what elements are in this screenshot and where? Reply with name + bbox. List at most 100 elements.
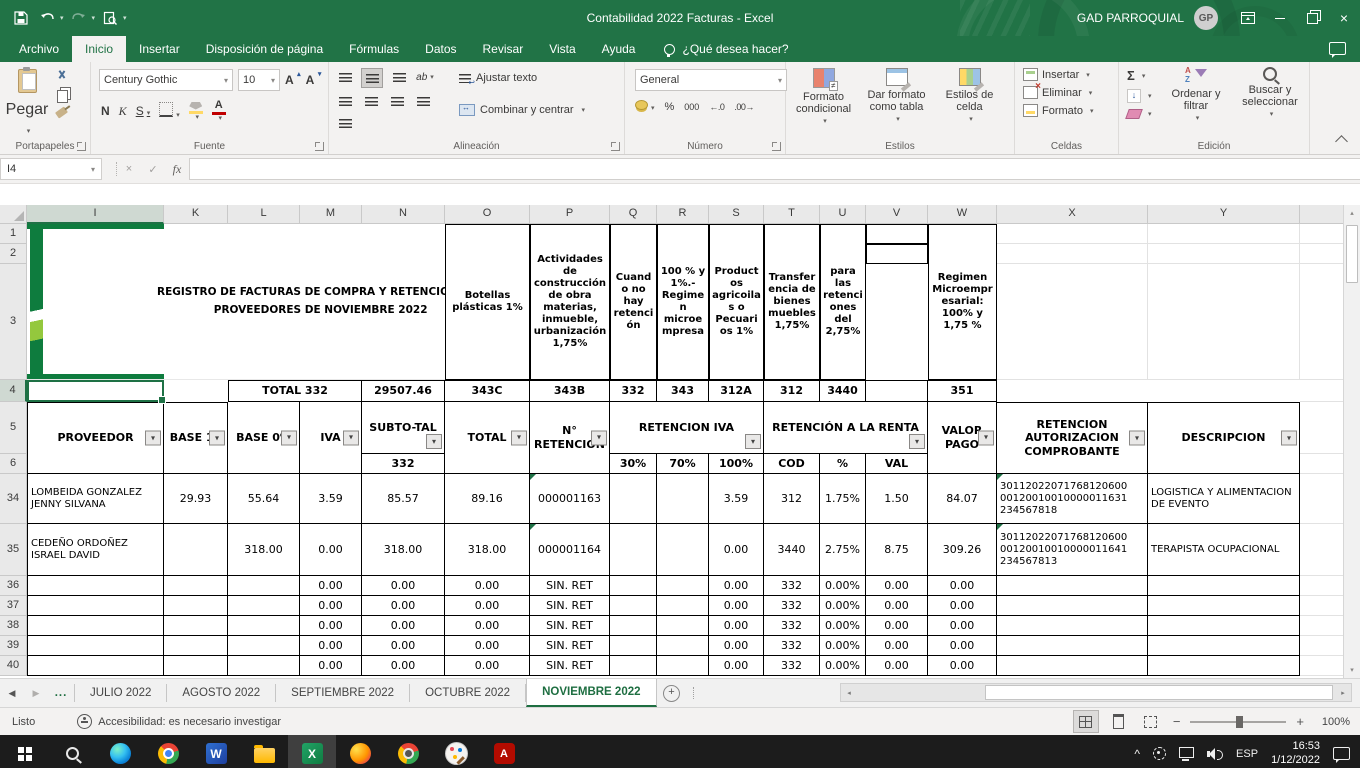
tab-archivo[interactable]: Archivo [6, 36, 72, 62]
cell[interactable]: 0.00 [362, 636, 445, 656]
cell[interactable] [997, 244, 1148, 264]
row-header-3[interactable]: 3 [0, 264, 27, 380]
align-right-button[interactable] [387, 92, 407, 110]
column-header-L[interactable]: L [228, 205, 300, 224]
font-name-select[interactable]: Century Gothic▾ [99, 69, 233, 91]
cell-autorizacion-34[interactable]: 30112022071768120600 0012001001000001163… [997, 474, 1148, 524]
cell[interactable] [997, 224, 1148, 244]
cell-header-botellas[interactable]: Botellas plásticas 1% [445, 224, 530, 380]
cell[interactable] [1300, 224, 1344, 244]
hscroll-right-icon[interactable]: ▸ [1335, 684, 1351, 701]
header-num-retencion[interactable]: N° RETENCION [530, 402, 610, 474]
cell[interactable] [27, 576, 164, 596]
cell[interactable]: 0.00 [709, 636, 764, 656]
column-header-Q[interactable]: Q [610, 205, 657, 224]
cell[interactable]: 0.00 [709, 596, 764, 616]
cell[interactable]: 84.07 [928, 474, 997, 524]
cell[interactable] [27, 656, 164, 676]
header-base12[interactable]: BASE 12 [164, 402, 228, 474]
wrap-text-button[interactable]: Ajustar texto [459, 72, 537, 84]
header-retencion-autorizacion[interactable]: RETENCION AUTORIZACION COMPROBANTE [997, 402, 1148, 474]
network-icon[interactable] [1179, 750, 1194, 758]
cell[interactable] [1148, 380, 1300, 402]
select-all-button[interactable] [0, 205, 27, 224]
column-header-P[interactable]: P [530, 205, 610, 224]
cell[interactable] [27, 636, 164, 656]
row-header-39[interactable]: 39 [0, 636, 27, 656]
cell[interactable] [1148, 244, 1300, 264]
tab-insertar[interactable]: Insertar [126, 36, 193, 62]
clock[interactable]: 16:53 1/12/2022 [1271, 740, 1320, 768]
column-header-U[interactable]: U [820, 205, 866, 224]
cell[interactable] [164, 656, 228, 676]
cell[interactable]: 3440 [764, 524, 820, 576]
cell[interactable]: 0.00 [445, 596, 530, 616]
page-break-view-button[interactable] [1139, 711, 1163, 732]
column-header-Y[interactable]: Y [1148, 205, 1300, 224]
font-size-select[interactable]: 10▾ [238, 69, 280, 91]
cell[interactable]: 0.00 [928, 636, 997, 656]
cell[interactable] [657, 474, 709, 524]
column-header-M[interactable]: M [300, 205, 362, 224]
close-button[interactable]: × [1328, 0, 1360, 36]
row-header-2[interactable]: 2 [0, 244, 27, 264]
cell[interactable]: 309.26 [928, 524, 997, 576]
tab-revisar[interactable]: Revisar [470, 36, 537, 62]
cell[interactable] [228, 596, 300, 616]
grow-font-button[interactable]: A [285, 73, 301, 87]
cell[interactable]: 0.00% [820, 596, 866, 616]
cell[interactable] [997, 636, 1148, 656]
cell[interactable]: 0.00 [445, 636, 530, 656]
cell[interactable] [657, 616, 709, 636]
minimize-button[interactable] [1264, 0, 1296, 36]
font-color-button[interactable]: A [212, 100, 226, 122]
cell[interactable] [1300, 576, 1344, 596]
cell-header-para-retenciones[interactable]: para las retenciones del 2,75% [820, 224, 866, 380]
cell[interactable] [228, 576, 300, 596]
row-header-40[interactable]: 40 [0, 656, 27, 676]
italic-button[interactable]: K [119, 104, 127, 119]
cell[interactable] [1300, 616, 1344, 636]
cell[interactable]: 318.00 [445, 524, 530, 576]
cell-styles-button[interactable]: Estilos de celda [934, 66, 1005, 140]
cell[interactable]: 3.59 [300, 474, 362, 524]
taskbar-edge-button[interactable] [96, 735, 144, 768]
insert-function-icon[interactable]: fx [165, 155, 189, 183]
cell[interactable] [997, 576, 1148, 596]
taskbar-chrome-button[interactable] [144, 735, 192, 768]
cell[interactable]: SIN. RET [530, 596, 610, 616]
format-cells-button[interactable]: Formato [1023, 104, 1112, 117]
cell-autorizacion-35[interactable]: 30112022071768120600 0012001001000001164… [997, 524, 1148, 576]
filter-button[interactable] [343, 430, 359, 445]
normal-view-button[interactable] [1073, 710, 1099, 733]
decrease-indent-button[interactable] [413, 92, 433, 110]
header-total[interactable]: TOTAL [445, 402, 530, 474]
cell[interactable]: 1.75% [820, 474, 866, 524]
cell-proveedor-34[interactable]: LOMBEIDA GONZALEZ JENNY SILVANA [27, 474, 164, 524]
comments-icon[interactable] [1329, 42, 1346, 55]
dialog-launcher-icon[interactable] [315, 142, 324, 151]
dialog-launcher-icon[interactable] [611, 142, 620, 151]
cell[interactable] [164, 524, 228, 576]
cut-icon[interactable] [56, 70, 68, 82]
cell[interactable] [610, 596, 657, 616]
cell-header-regimen[interactable]: 100 % y 1%.- Regimen microempresa [657, 224, 709, 380]
accessibility-status[interactable]: Accesibilidad: es necesario investigar [77, 714, 281, 729]
cell[interactable]: 0.00 [300, 616, 362, 636]
cell-V2[interactable] [866, 244, 928, 264]
cell[interactable]: 0.00 [928, 596, 997, 616]
orientation-button[interactable]: ab [415, 68, 435, 86]
sheet-tab-agosto[interactable]: AGOSTO 2022 [167, 679, 275, 707]
sheet-tab-julio[interactable]: JULIO 2022 [75, 679, 166, 707]
cell[interactable]: 332 [764, 616, 820, 636]
row-header-37[interactable]: 37 [0, 596, 27, 616]
cell-Q4[interactable]: 332 [610, 380, 657, 402]
cell[interactable]: 332 [764, 636, 820, 656]
header-retencion-iva[interactable]: RETENCION IVA [610, 402, 764, 454]
cell[interactable]: 0.00 [866, 596, 928, 616]
increase-indent-button[interactable] [335, 114, 355, 132]
header-retencion-renta[interactable]: RETENCIÓN A LA RENTA [764, 402, 928, 454]
cell[interactable]: SIN. RET [530, 656, 610, 676]
column-header-R[interactable]: R [657, 205, 709, 224]
cell-report-title[interactable]: REGISTRO DE FACTURAS DE COMPRA Y RETENCI… [27, 224, 445, 380]
